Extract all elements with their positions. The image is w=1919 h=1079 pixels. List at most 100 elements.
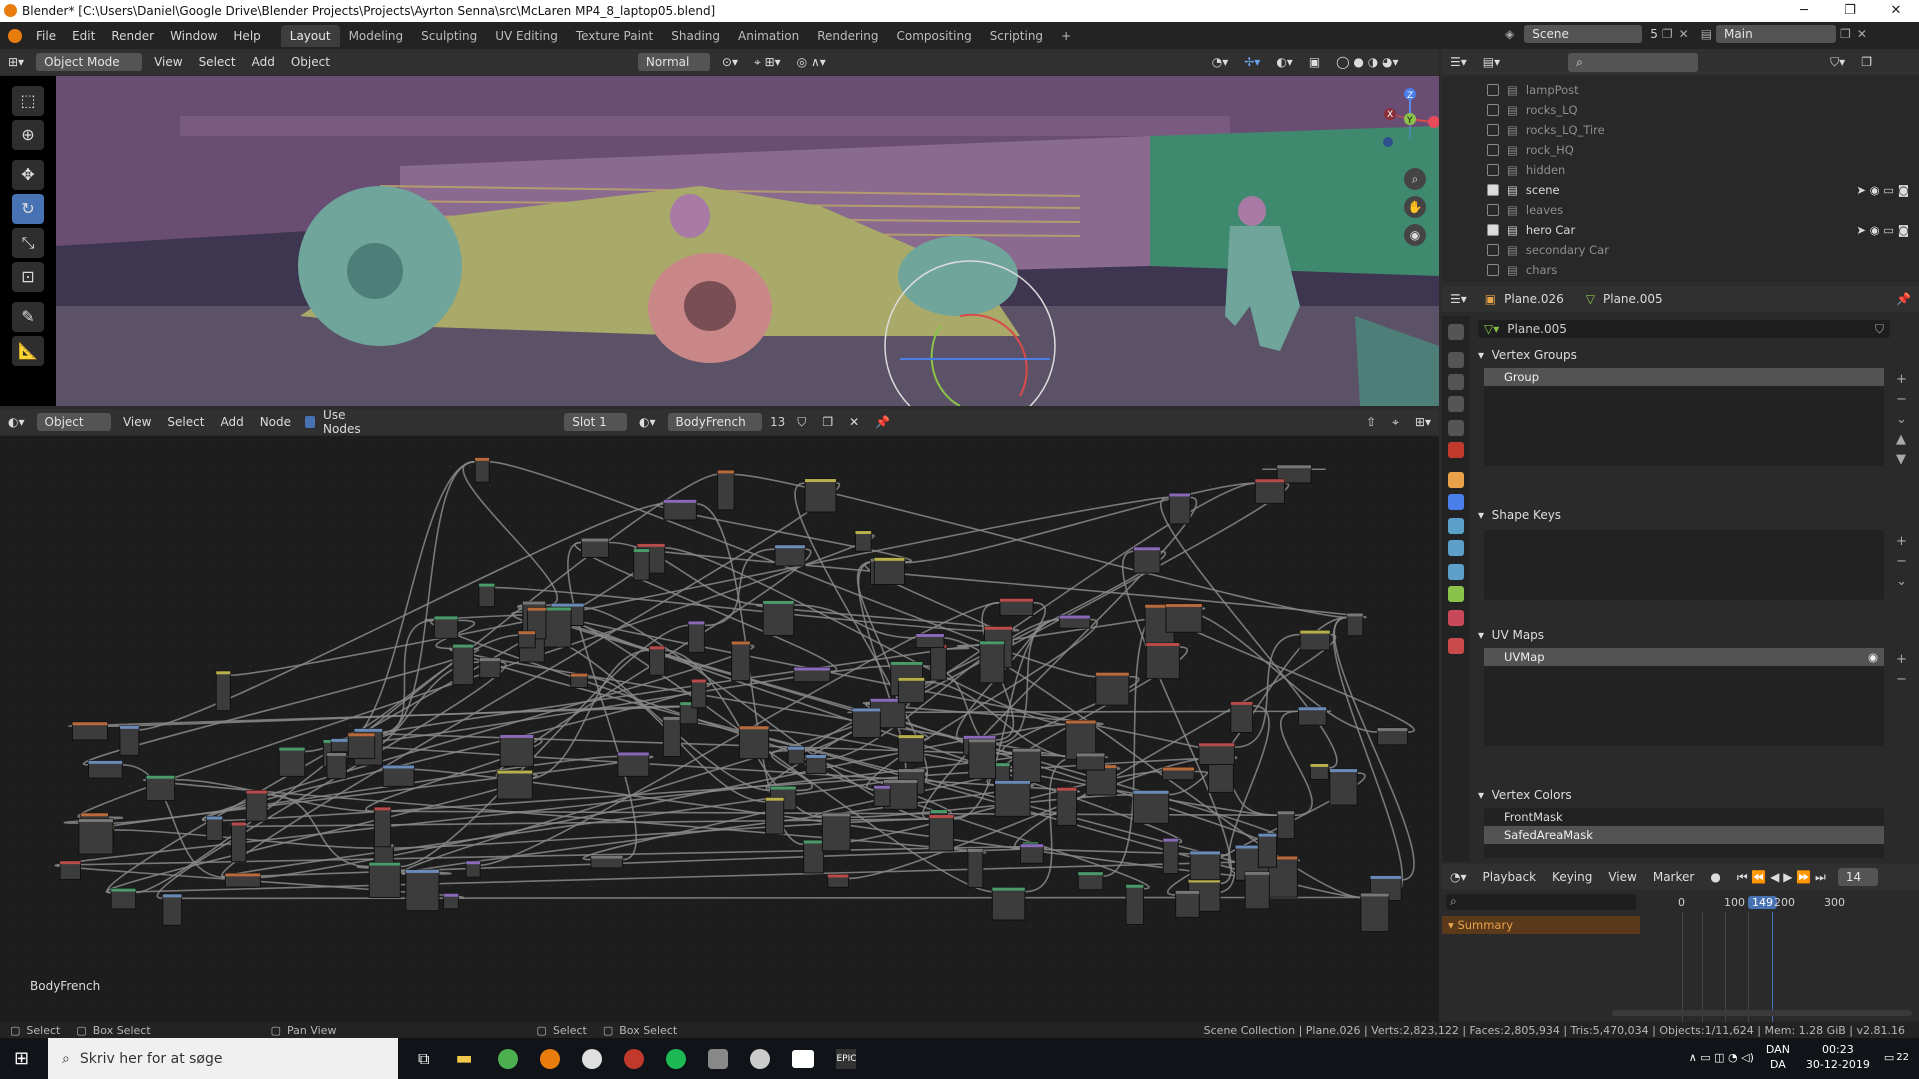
material-browse-icon[interactable]: ◐▾: [631, 413, 664, 431]
close-button[interactable]: ✕: [1873, 0, 1919, 22]
tab-scripting[interactable]: Scripting: [981, 25, 1052, 47]
viewport-menu-object[interactable]: Object: [283, 53, 338, 71]
timeline-type-icon[interactable]: ◔▾: [1442, 868, 1475, 886]
physics-tab-icon[interactable]: [1448, 540, 1464, 556]
menu-help[interactable]: Help: [225, 29, 268, 43]
app-icon-3[interactable]: [708, 1048, 729, 1069]
collection-checkbox[interactable]: [1487, 104, 1499, 116]
collection-checkbox[interactable]: [1487, 244, 1499, 256]
outliner-row[interactable]: ▤ chars: [1442, 260, 1919, 280]
view-layer-selector[interactable]: Main: [1716, 25, 1837, 43]
filter-icon[interactable]: ⛉▾: [1822, 53, 1853, 72]
outliner-row[interactable]: ▤ leaves: [1442, 200, 1919, 220]
clock-time[interactable]: 00:23: [1806, 1042, 1870, 1057]
new-view-layer-icon[interactable]: ❐: [1840, 27, 1851, 41]
notifications-icon[interactable]: ▭: [1884, 1051, 1894, 1064]
mesh-data-tab-icon[interactable]: [1448, 586, 1464, 602]
vertex-colors-panel-header[interactable]: ▾ Vertex Colors: [1478, 784, 1572, 806]
scale-tool-icon[interactable]: ⤡: [12, 228, 44, 258]
chrome-icon[interactable]: [498, 1048, 519, 1069]
marker-menu[interactable]: Marker: [1645, 868, 1702, 886]
add-workspace-button[interactable]: +: [1052, 25, 1080, 47]
timeline-scrollbar[interactable]: [1612, 1010, 1912, 1016]
viewport-menu-add[interactable]: Add: [244, 53, 283, 71]
collection-checkbox[interactable]: [1487, 124, 1499, 136]
snap-icon[interactable]: ⌖ ⊞▾: [746, 53, 789, 72]
collection-checkbox[interactable]: [1487, 264, 1499, 276]
material-name-field[interactable]: BodyFrench: [667, 413, 763, 431]
node-menu-select[interactable]: Select: [159, 413, 212, 431]
vertex-group-controls[interactable]: + − ⌄ ▲ ▼: [1896, 370, 1907, 470]
collection-checkbox[interactable]: [1487, 204, 1499, 216]
app-icon-5[interactable]: [792, 1049, 815, 1068]
node-editor-canvas[interactable]: BodyFrench: [0, 436, 1439, 1031]
blender-menu-icon[interactable]: [8, 28, 22, 43]
tab-layout[interactable]: Layout: [280, 24, 340, 47]
remove-view-layer-icon[interactable]: ✕: [1857, 27, 1867, 41]
view-layer-tab-icon[interactable]: [1448, 396, 1464, 412]
tab-sculpting[interactable]: Sculpting: [412, 25, 486, 47]
clock-date[interactable]: 30-12-2019: [1806, 1057, 1870, 1072]
uv-map-controls[interactable]: + −: [1896, 650, 1907, 690]
editor-type-icon[interactable]: ⊞▾: [0, 53, 32, 71]
menu-file[interactable]: File: [28, 29, 64, 43]
object-tab-icon[interactable]: [1448, 472, 1464, 488]
pin-properties-icon[interactable]: 📌: [1888, 290, 1919, 308]
particles-tab-icon[interactable]: [1448, 518, 1464, 534]
new-collection-icon[interactable]: ❐: [1853, 53, 1880, 71]
shape-keys-panel-header[interactable]: ▾ Shape Keys: [1478, 504, 1561, 526]
app-icon-1[interactable]: [582, 1048, 603, 1069]
tab-animation[interactable]: Animation: [729, 25, 808, 47]
node-editor-type-icon[interactable]: ◐▾: [0, 413, 33, 431]
menu-window[interactable]: Window: [162, 29, 225, 43]
active-render-icon[interactable]: ◉: [1868, 650, 1878, 664]
mesh-browse-icon[interactable]: ▽▾: [1484, 322, 1499, 336]
gizmo-icon[interactable]: ✢▾: [1236, 53, 1268, 71]
measure-tool-icon[interactable]: 📐: [12, 336, 44, 366]
modifier-tab-icon[interactable]: [1448, 494, 1464, 510]
blender-taskbar-icon[interactable]: [540, 1048, 561, 1069]
playback-controls-icon[interactable]: ⏮ ⏪ ◀ ▶ ⏩ ⏭: [1729, 868, 1834, 887]
constraints-tab-icon[interactable]: [1448, 564, 1464, 580]
shape-key-controls[interactable]: + − ⌄: [1896, 532, 1907, 592]
menu-render[interactable]: Render: [103, 29, 162, 43]
collection-checkbox[interactable]: [1487, 164, 1499, 176]
node-menu-node[interactable]: Node: [252, 413, 299, 431]
overlay-icon[interactable]: ◐▾: [1268, 53, 1301, 71]
tab-compositing[interactable]: Compositing: [887, 25, 980, 47]
tab-uv-editing[interactable]: UV Editing: [486, 25, 567, 47]
mesh-name-field[interactable]: Plane.005: [1507, 322, 1567, 336]
task-view-icon[interactable]: ⧉: [418, 1049, 429, 1069]
outliner-type-icon[interactable]: ☰▾: [1442, 53, 1475, 71]
xray-icon[interactable]: ▣: [1301, 53, 1328, 71]
tab-rendering[interactable]: Rendering: [808, 25, 887, 47]
app-icon-4[interactable]: [750, 1048, 771, 1069]
pin-icon[interactable]: 📌: [867, 413, 898, 431]
output-tab-icon[interactable]: [1448, 374, 1464, 390]
world-tab-icon[interactable]: [1448, 442, 1464, 458]
parent-node-tree-icon[interactable]: ⇧: [1358, 413, 1384, 431]
collection-checkbox[interactable]: [1487, 224, 1499, 236]
proportional-edit-icon[interactable]: ◎ ∧▾: [789, 53, 834, 71]
collection-checkbox[interactable]: [1487, 144, 1499, 156]
tab-shading[interactable]: Shading: [662, 25, 729, 47]
tab-modeling[interactable]: Modeling: [340, 25, 413, 47]
display-mode-icon[interactable]: ▤▾: [1475, 53, 1508, 71]
outliner-search-input[interactable]: ⌕: [1568, 52, 1699, 72]
current-frame-field[interactable]: 14: [1837, 868, 1878, 886]
pan-hand-icon[interactable]: ✋: [1404, 196, 1426, 218]
outliner-row[interactable]: ▤ rocks_LQ: [1442, 100, 1919, 120]
fake-user-icon[interactable]: ⛉: [789, 413, 814, 432]
tray-icons[interactable]: ∧ ▭ ◫ ◔ ◁): [1689, 1051, 1754, 1064]
outliner-row[interactable]: ▤ rocks_LQ_Tire: [1442, 120, 1919, 140]
summary-channel[interactable]: ▾ Summary: [1442, 916, 1640, 934]
playback-menu[interactable]: Playback: [1475, 868, 1545, 886]
language-code[interactable]: DAN: [1766, 1042, 1790, 1057]
menu-edit[interactable]: Edit: [64, 29, 103, 43]
current-frame-indicator[interactable]: 149: [1748, 896, 1777, 909]
node-menu-view[interactable]: View: [115, 413, 159, 431]
camera-view-icon[interactable]: ◉: [1404, 224, 1426, 246]
outliner-row[interactable]: ▤ secondary Car: [1442, 240, 1919, 260]
mode-selector[interactable]: Object Mode: [36, 53, 143, 71]
shape-keys-list[interactable]: [1484, 530, 1884, 600]
